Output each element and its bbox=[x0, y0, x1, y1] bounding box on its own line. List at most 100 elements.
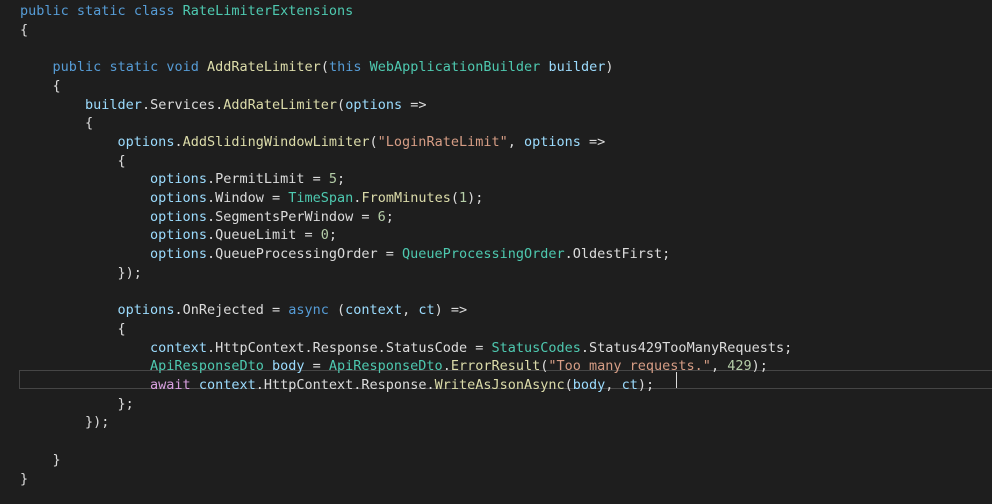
identifier-token: context bbox=[150, 339, 207, 356]
property-token: Status429TooManyRequests bbox=[589, 339, 785, 356]
punctuation-token: . bbox=[206, 246, 216, 263]
code-line[interactable]: options.AddSlidingWindowLimiter("LoginRa… bbox=[20, 133, 980, 152]
code-line[interactable] bbox=[20, 432, 980, 451]
punctuation-token bbox=[20, 97, 85, 113]
punctuation-token: ) => bbox=[434, 302, 468, 319]
punctuation-token bbox=[264, 358, 272, 374]
punctuation-token: . bbox=[206, 208, 216, 225]
punctuation-token: ) bbox=[605, 59, 614, 76]
keyword-token: static bbox=[109, 59, 159, 76]
punctuation-token: ( bbox=[328, 302, 346, 319]
code-line[interactable]: ApiResponseDto body = ApiResponseDto.Err… bbox=[20, 357, 980, 376]
identifier-token: ct bbox=[418, 302, 435, 319]
punctuation-token: ); bbox=[467, 190, 484, 206]
type-name-token: TimeSpan bbox=[288, 190, 354, 206]
code-line[interactable]: builder.Services.AddRateLimiter(options … bbox=[20, 96, 980, 115]
identifier-token: options bbox=[523, 133, 581, 150]
punctuation-token: }); bbox=[20, 414, 110, 431]
code-line[interactable]: options.QueueLimit = 0; bbox=[20, 226, 980, 245]
keyword-token: void bbox=[166, 59, 199, 76]
identifier-token: options bbox=[150, 246, 207, 263]
property-token: QueueLimit bbox=[215, 227, 297, 244]
code-line[interactable]: options.QueueProcessingOrder = QueueProc… bbox=[20, 245, 980, 264]
type-name-token: ApiResponseDto bbox=[328, 358, 443, 375]
code-line[interactable]: options.Window = TimeSpan.FromMinutes(1)… bbox=[20, 189, 980, 208]
method-name-token: AddRateLimiter bbox=[207, 59, 321, 76]
code-line[interactable]: } bbox=[20, 470, 980, 489]
punctuation-token: . bbox=[174, 133, 183, 150]
code-line[interactable]: await context.HttpContext.Response.Write… bbox=[20, 376, 980, 395]
punctuation-token: = bbox=[377, 246, 403, 263]
keyword-token: public bbox=[52, 59, 102, 76]
method-name-token: ErrorResult bbox=[450, 358, 541, 375]
code-line[interactable]: public static class RateLimiterExtension… bbox=[20, 2, 980, 21]
punctuation-token: , bbox=[507, 133, 524, 150]
punctuation-token: ; bbox=[784, 339, 793, 356]
punctuation-token: => bbox=[580, 133, 606, 150]
code-line[interactable]: options.SegmentsPerWindow = 6; bbox=[20, 208, 980, 227]
punctuation-token: { bbox=[20, 21, 29, 38]
property-token: HttpContext bbox=[263, 377, 354, 393]
number-literal-token: 429 bbox=[727, 358, 752, 375]
string-literal-token: "Too many requests." bbox=[548, 358, 711, 375]
code-line[interactable]: } bbox=[20, 451, 980, 470]
punctuation-token bbox=[20, 358, 150, 374]
property-token: OnRejected bbox=[182, 302, 264, 319]
punctuation-token: . bbox=[580, 339, 590, 356]
punctuation-token bbox=[20, 134, 118, 150]
punctuation-token: . bbox=[255, 377, 264, 393]
punctuation-token bbox=[20, 340, 150, 356]
code-line[interactable]: }); bbox=[20, 413, 980, 432]
identifier-token: context bbox=[198, 377, 256, 393]
code-line[interactable]: { bbox=[20, 152, 980, 171]
type-name-token: RateLimiterExtensions bbox=[182, 3, 354, 19]
type-name-token: ApiResponseDto bbox=[150, 358, 264, 375]
punctuation-token: . bbox=[141, 96, 151, 113]
number-literal-token: 6 bbox=[377, 208, 386, 225]
code-line[interactable] bbox=[20, 39, 980, 58]
code-line[interactable]: }; bbox=[20, 395, 980, 414]
punctuation-token: ; bbox=[337, 171, 346, 188]
punctuation-token bbox=[20, 227, 150, 243]
code-line[interactable]: public static void AddRateLimiter(this W… bbox=[20, 58, 980, 77]
code-line[interactable]: { bbox=[20, 77, 980, 96]
punctuation-token: }; bbox=[20, 395, 134, 412]
punctuation-token: } bbox=[20, 451, 61, 468]
code-line[interactable]: options.PermitLimit = 5; bbox=[20, 170, 980, 189]
punctuation-token: . bbox=[206, 339, 216, 356]
code-line[interactable]: options.OnRejected = async (context, ct)… bbox=[20, 301, 980, 320]
number-literal-token: 0 bbox=[320, 227, 329, 244]
punctuation-token bbox=[20, 246, 150, 262]
string-literal-token: "LoginRateLimit" bbox=[377, 133, 508, 150]
punctuation-token: . bbox=[304, 339, 313, 356]
code-line[interactable]: { bbox=[20, 114, 980, 133]
punctuation-token: { bbox=[20, 152, 126, 169]
identifier-token: ct bbox=[621, 377, 638, 393]
identifier-token: options bbox=[150, 227, 207, 244]
method-name-token: WriteAsJsonAsync bbox=[434, 377, 565, 393]
punctuation-token bbox=[20, 190, 150, 206]
code-line[interactable]: }); bbox=[20, 264, 980, 283]
punctuation-token: ); bbox=[637, 377, 655, 393]
code-line[interactable]: { bbox=[20, 320, 980, 339]
punctuation-token bbox=[69, 3, 77, 19]
punctuation-token: = bbox=[353, 208, 378, 225]
property-token: HttpContext bbox=[215, 339, 305, 356]
punctuation-token bbox=[20, 302, 118, 318]
punctuation-token: { bbox=[20, 320, 126, 337]
punctuation-token: ( bbox=[450, 190, 459, 206]
keyword-token: class bbox=[133, 3, 175, 19]
code-line[interactable]: context.HttpContext.Response.StatusCode … bbox=[20, 339, 980, 358]
property-token: QueueProcessingOrder bbox=[215, 246, 378, 263]
type-name-token: StatusCodes bbox=[491, 339, 581, 356]
punctuation-token: , bbox=[605, 377, 622, 393]
property-token: StatusCode bbox=[385, 339, 468, 356]
code-editor[interactable]: public static class RateLimiterExtension… bbox=[0, 0, 992, 504]
keyword-token: static bbox=[76, 3, 126, 19]
identifier-token: body bbox=[572, 377, 606, 393]
punctuation-token: { bbox=[20, 115, 94, 132]
identifier-token: options bbox=[345, 96, 403, 113]
punctuation-token: . bbox=[426, 377, 435, 393]
code-line[interactable]: { bbox=[20, 21, 980, 40]
code-line[interactable] bbox=[20, 283, 980, 302]
